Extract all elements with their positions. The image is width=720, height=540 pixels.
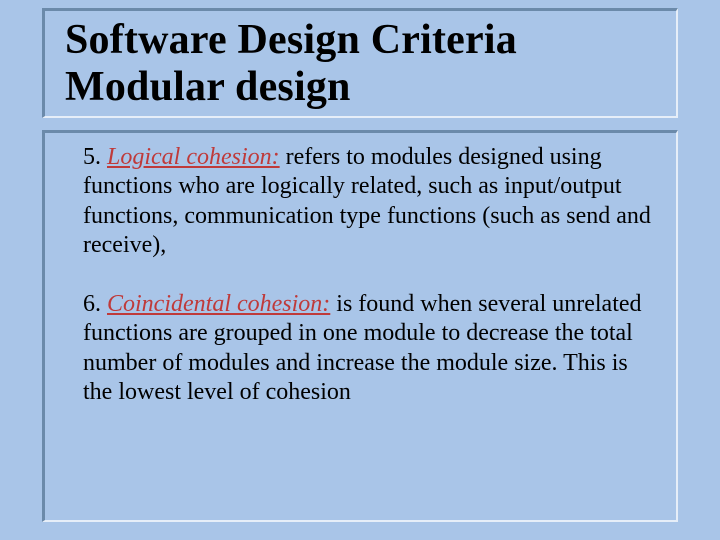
item-term: Coincidental cohesion: [107,291,330,317]
item-number: 5. [83,144,101,170]
title-line-1: Software Design Criteria [65,17,668,64]
item-number: 6. [83,291,101,317]
list-item: 6. Coincidental cohesion: is found when … [83,290,656,407]
item-term: Logical cohesion: [107,144,280,170]
body-box: 5. Logical cohesion: refers to modules d… [42,130,678,522]
title-box: Software Design Criteria Modular design [42,8,678,118]
list-item: 5. Logical cohesion: refers to modules d… [83,143,656,260]
title-line-2: Modular design [65,64,668,111]
slide: Software Design Criteria Modular design … [0,0,720,540]
